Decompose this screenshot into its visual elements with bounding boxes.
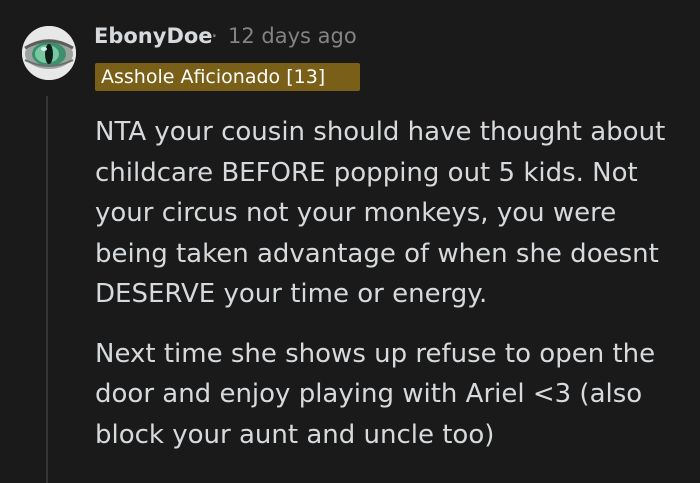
user-flair-badge: Asshole Aficionado [13] [95, 63, 360, 91]
meta-separator: · [211, 24, 218, 48]
comment-paragraph: Next time she shows up refuse to open th… [95, 338, 656, 450]
comment-author[interactable]: EbonyDoe [94, 24, 213, 48]
thread-collapse-line[interactable] [46, 96, 48, 483]
user-avatar[interactable] [22, 26, 76, 80]
cat-eye-avatar-icon [22, 26, 76, 80]
comment-body: NTA your cousin should have thought abou… [95, 112, 685, 474]
comment-paragraph: NTA your cousin should have thought abou… [95, 117, 666, 309]
comment-timestamp[interactable]: 12 days ago [228, 24, 357, 48]
